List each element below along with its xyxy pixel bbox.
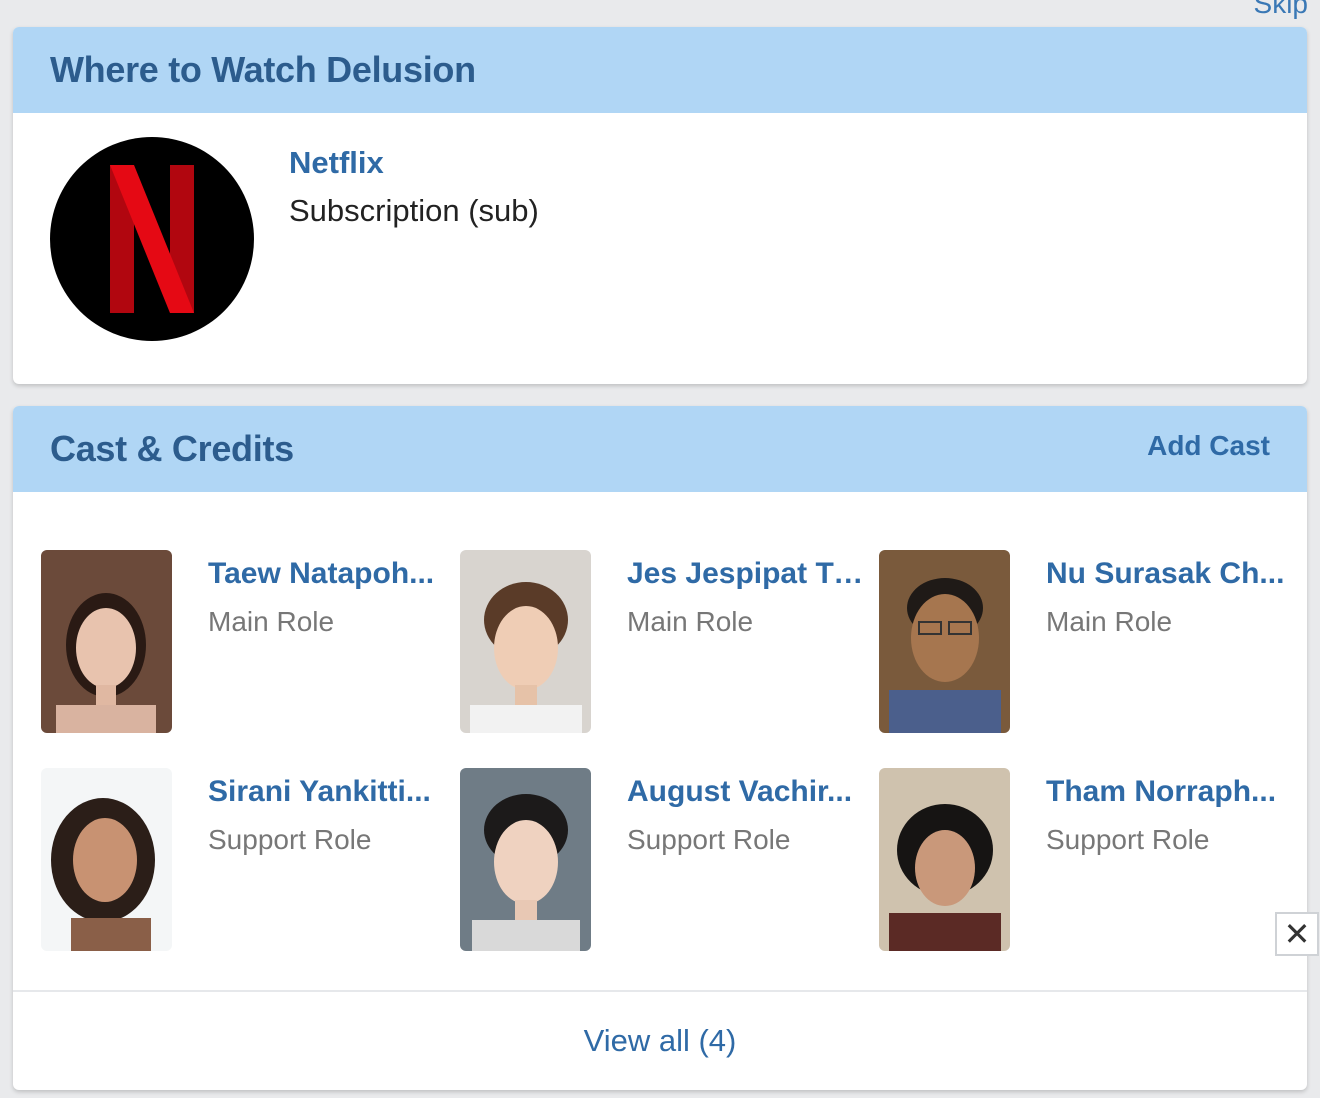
cast-name-link[interactable]: Sirani Yankitti... [208,775,448,809]
provider-name-link[interactable]: Netflix [289,145,384,181]
cast-role: Main Role [627,606,754,637]
cast-grid: Taew Natapoh... Main Role Jes Jespipat T… [13,492,1307,988]
where-to-watch-card: Where to Watch Delusion Netflix Subscrip… [13,27,1307,384]
cast-name-link[interactable]: Jes Jespipat Til... [627,557,867,591]
cast-name-link[interactable]: Tham Norraph... [1046,775,1286,809]
provider-type: Subscription (sub) [289,193,539,228]
netflix-logo-icon[interactable] [50,137,254,341]
skip-link[interactable]: Skip [1254,0,1308,20]
view-all-link[interactable]: View all (4) [584,1023,737,1059]
cast-photo[interactable] [879,768,1010,951]
cast-photo[interactable] [460,768,591,951]
cast-item[interactable]: Tham Norraph... Support Role [879,768,1289,952]
where-to-watch-header: Where to Watch Delusion [13,27,1307,113]
cast-role: Main Role [208,606,335,637]
cast-header: Cast & Credits Add Cast [13,406,1307,492]
cast-title: Cast & Credits [50,428,294,469]
cast-role: Support Role [627,824,791,855]
add-cast-button[interactable]: Add Cast [1147,430,1270,462]
cast-role: Support Role [1046,824,1210,855]
provider-row: Netflix Subscription (sub) [13,113,1307,384]
cast-photo[interactable] [460,550,591,733]
cast-photo[interactable] [41,550,172,733]
cast-item[interactable]: Nu Surasak Ch... Main Role [879,550,1289,734]
view-all-bar: View all (4) [13,990,1307,1090]
cast-item[interactable]: Jes Jespipat Til... Main Role [460,550,870,734]
close-icon[interactable]: ✕ [1275,912,1319,956]
cast-item[interactable]: Sirani Yankitti... Support Role [41,768,451,952]
cast-name-link[interactable]: Nu Surasak Ch... [1046,557,1286,591]
where-to-watch-title: Where to Watch Delusion [50,49,476,90]
cast-photo[interactable] [879,550,1010,733]
cast-item[interactable]: Taew Natapoh... Main Role [41,550,451,734]
cast-item[interactable]: August Vachir... Support Role [460,768,870,952]
cast-role: Support Role [208,824,372,855]
cast-name-link[interactable]: Taew Natapoh... [208,557,448,591]
cast-photo[interactable] [41,768,172,951]
cast-credits-card: Cast & Credits Add Cast Taew Natapoh... … [13,406,1307,1090]
cast-name-link[interactable]: August Vachir... [627,775,867,809]
cast-role: Main Role [1046,606,1173,637]
